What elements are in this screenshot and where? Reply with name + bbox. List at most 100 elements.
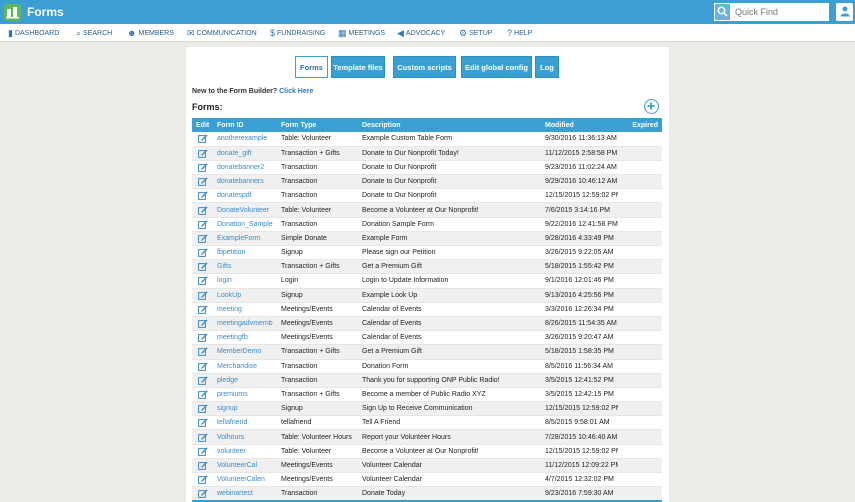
form-id-link[interactable]: donatebanner2 (213, 160, 277, 176)
edit-icon[interactable] (196, 163, 213, 172)
form-id-link[interactable]: MemberDemo (213, 344, 277, 360)
edit-icon[interactable] (196, 248, 213, 257)
edit-cell (192, 415, 213, 431)
expired-cell (618, 444, 662, 459)
edit-icon[interactable] (196, 276, 213, 286)
nav-dashboard[interactable]: ▮ DASHBOARD (8, 28, 59, 39)
app-title: Forms (27, 5, 64, 19)
col-header-description[interactable]: Description (358, 118, 541, 132)
table-row: pledge Transaction Thank you for supportin… (192, 373, 662, 388)
edit-icon[interactable] (196, 134, 213, 144)
table-row: anotherexample Table: Volunteer Example Cu… (192, 132, 662, 147)
form-id-link[interactable]: login (213, 273, 277, 289)
edit-icon[interactable] (196, 305, 213, 314)
edit-icon[interactable] (196, 234, 213, 243)
description-cell: Example Custom Table Form (358, 132, 541, 147)
table-row: Gifts Transaction + Gifts Get a Premium Gi… (192, 259, 662, 275)
form-id-link[interactable]: pledge (213, 373, 277, 388)
form-id-link[interactable]: meetingfb (213, 330, 277, 346)
user-account-icon[interactable] (836, 3, 853, 21)
edit-icon[interactable] (196, 333, 213, 343)
form-id-link[interactable]: Gifts (213, 259, 277, 275)
table-row: VolunteerCal Meetings/Events Volunteer Cal… (192, 458, 662, 474)
edit-icon[interactable] (196, 149, 213, 158)
bar-chart-icon: ▮ (8, 28, 13, 38)
edit-icon[interactable] (196, 489, 213, 498)
form-id-link[interactable]: meeting (213, 302, 277, 317)
form-id-link[interactable]: premiums (213, 387, 277, 403)
edit-icon[interactable] (196, 347, 213, 357)
nav-members[interactable]: ☻ MEMBERS (127, 28, 174, 38)
edit-icon[interactable] (196, 191, 213, 201)
description-cell: Donation Form (358, 359, 541, 374)
form-id-link[interactable]: Volhours (213, 429, 277, 445)
form-type-cell: Transaction + Gifts (277, 146, 358, 161)
table-row: ExampleForm Simple Donate Example Form 9/28… (192, 231, 662, 247)
edit-cell (192, 387, 213, 403)
nav-fundraising[interactable]: $ FUNDRAISING (270, 28, 325, 38)
form-id-link[interactable]: webinartest (213, 486, 277, 502)
search-icon[interactable] (714, 3, 731, 21)
modified-cell: 9/23/2016 7:59:30 AM (541, 486, 618, 502)
form-id-link[interactable]: Donation_Sample (213, 217, 277, 232)
edit-icon[interactable] (196, 319, 213, 328)
expired-cell (618, 188, 662, 204)
nav-meetings[interactable]: ▦ MEETINGS (338, 28, 385, 39)
description-cell: Calendar of Events (358, 302, 541, 317)
tab-log[interactable]: Log (535, 56, 559, 78)
description-cell: Get a Premium Gift (358, 259, 541, 275)
edit-icon[interactable] (196, 404, 213, 414)
edit-icon[interactable] (196, 376, 213, 385)
tab-template-files[interactable]: Template files (331, 56, 385, 78)
edit-icon[interactable] (196, 475, 213, 484)
table-row: donatespdf Transaction Donate to Our Nonpr… (192, 188, 662, 204)
form-id-link[interactable]: donatebanners (213, 174, 277, 190)
form-id-link[interactable]: VolunteerCalen (213, 472, 277, 488)
edit-icon[interactable] (196, 461, 213, 470)
add-form-button[interactable] (644, 99, 659, 114)
form-id-link[interactable]: volunteer (213, 444, 277, 459)
nav-help[interactable]: ? HELP (507, 28, 532, 38)
form-id-link[interactable]: tellafriend (213, 415, 277, 431)
edit-icon[interactable] (196, 447, 213, 456)
form-id-link[interactable]: donatespdf (213, 188, 277, 204)
form-id-link[interactable]: meetingadvmemb (213, 316, 277, 332)
app-logo-icon[interactable] (4, 4, 21, 21)
edit-icon[interactable] (196, 291, 213, 300)
form-id-link[interactable]: donate_gift (213, 146, 277, 161)
form-id-link[interactable]: ExampleForm (213, 231, 277, 247)
form-id-link[interactable]: signup (213, 401, 277, 417)
col-header-expired[interactable]: Expired (618, 118, 662, 132)
col-header-form-type[interactable]: Form Type (277, 118, 358, 132)
form-type-cell: Table: Volunteer (277, 444, 358, 459)
tab-edit-global-config[interactable]: Edit global config (461, 56, 532, 78)
nav-communication[interactable]: ✉ COMMUNICATION (187, 28, 257, 39)
edit-cell (192, 132, 213, 147)
edit-icon[interactable] (196, 262, 213, 272)
click-here-link[interactable]: Click Here (279, 88, 313, 95)
tab-custom-scripts[interactable]: Custom scripts (393, 56, 456, 78)
form-type-cell: Login (277, 273, 358, 289)
col-header-modified[interactable]: Modified (541, 118, 618, 132)
nav-advocacy[interactable]: ◀ ADVOCACY (397, 28, 445, 39)
edit-icon[interactable] (196, 177, 213, 187)
edit-icon[interactable] (196, 418, 213, 428)
quick-find-input[interactable] (731, 3, 829, 21)
tab-forms[interactable]: Forms (295, 56, 328, 78)
edit-cell (192, 444, 213, 459)
nav-setup[interactable]: ⚙ SETUP (459, 28, 492, 39)
form-id-link[interactable]: anotherexample (213, 132, 277, 147)
edit-icon[interactable] (196, 432, 213, 442)
col-header-form-id[interactable]: Form ID (213, 118, 277, 132)
nav-search[interactable]: ⌕ SEARCH (76, 28, 112, 39)
form-id-link[interactable]: fbpetition (213, 245, 277, 261)
form-type-cell: Transaction (277, 174, 358, 190)
form-id-link[interactable]: VolunteerCal (213, 458, 277, 474)
form-id-link[interactable]: LookUp (213, 288, 277, 303)
form-id-link[interactable]: Merchandise (213, 359, 277, 374)
edit-icon[interactable] (196, 361, 213, 371)
form-id-link[interactable]: DonateVolunteer (213, 202, 277, 218)
edit-icon[interactable] (196, 205, 213, 215)
edit-icon[interactable] (196, 390, 213, 399)
edit-icon[interactable] (196, 220, 213, 229)
